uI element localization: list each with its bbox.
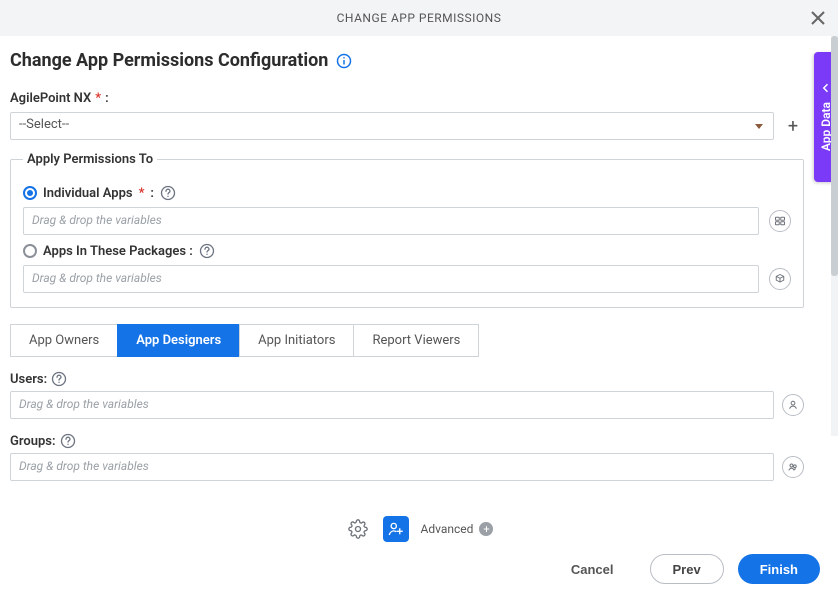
user-picker-button[interactable] xyxy=(782,394,804,416)
tab-app-initiators[interactable]: App Initiators xyxy=(239,324,354,357)
gear-icon[interactable] xyxy=(345,516,371,542)
groups-drop-row: Drag & drop the variables xyxy=(10,453,804,481)
modal-footer: Advanced + Cancel Prev Finish xyxy=(0,506,838,594)
page-title-row: Change App Permissions Configuration xyxy=(10,50,804,71)
modal-header: CHANGE APP PERMISSIONS xyxy=(0,0,838,36)
settings-row: Advanced + xyxy=(18,516,820,542)
prev-button[interactable]: Prev xyxy=(650,554,724,584)
help-icon[interactable] xyxy=(160,185,176,201)
tab-app-designers[interactable]: App Designers xyxy=(117,324,240,357)
group-picker-button[interactable] xyxy=(782,456,804,478)
groups-input[interactable]: Drag & drop the variables xyxy=(10,453,774,481)
packages-input[interactable]: Drag & drop the variables xyxy=(23,265,759,293)
packages-radio[interactable] xyxy=(23,244,37,258)
help-icon[interactable] xyxy=(60,433,76,449)
add-connection-button[interactable]: + xyxy=(782,115,804,137)
agilepoint-nx-select-row: --Select-- + xyxy=(10,112,804,140)
actions-row: Cancel Prev Finish xyxy=(18,554,820,584)
apply-permissions-to-legend: Apply Permissions To xyxy=(23,152,157,167)
advanced-toggle[interactable]: Advanced + xyxy=(421,522,494,536)
permission-tabs: App Owners App Designers App Initiators … xyxy=(10,324,804,357)
individual-apps-input[interactable]: Drag & drop the variables xyxy=(23,207,759,235)
help-icon[interactable] xyxy=(51,371,67,387)
agilepoint-nx-field: AgilePoint NX *: --Select-- + xyxy=(10,91,804,140)
plus-circle-icon: + xyxy=(479,522,493,536)
close-icon[interactable] xyxy=(808,8,828,28)
modal-title: CHANGE APP PERMISSIONS xyxy=(337,11,502,25)
required-marker: * xyxy=(139,186,145,201)
individual-apps-radio-row: Individual Apps * : xyxy=(23,185,791,201)
users-input[interactable]: Drag & drop the variables xyxy=(10,391,774,419)
colon: : xyxy=(150,186,154,201)
individual-apps-drop-row: Drag & drop the variables xyxy=(23,207,791,235)
packages-radio-row: Apps In These Packages : xyxy=(23,243,791,259)
scrollbar-thumb[interactable] xyxy=(831,36,838,276)
agilepoint-nx-label: AgilePoint NX xyxy=(10,91,91,106)
packages-label: Apps In These Packages : xyxy=(43,244,193,259)
info-icon[interactable] xyxy=(336,53,352,69)
tab-report-viewers[interactable]: Report Viewers xyxy=(353,324,479,357)
groups-label: Groups: xyxy=(10,434,56,449)
page-title: Change App Permissions Configuration xyxy=(10,50,328,71)
help-icon[interactable] xyxy=(199,243,215,259)
users-label-row: Users: xyxy=(10,371,804,387)
form-area: Change App Permissions Configuration Agi… xyxy=(8,36,814,506)
placeholder-text: Drag & drop the variables xyxy=(32,271,162,285)
agilepoint-nx-label-row: AgilePoint NX *: xyxy=(10,91,804,106)
app-picker-button[interactable] xyxy=(769,210,791,232)
groups-label-row: Groups: xyxy=(10,433,804,449)
change-app-permissions-modal: CHANGE APP PERMISSIONS App Data Change A… xyxy=(0,0,838,594)
apply-permissions-to-group: Apply Permissions To Individual Apps* : … xyxy=(10,152,804,308)
placeholder-text: Drag & drop the variables xyxy=(19,397,149,411)
agilepoint-nx-selected: --Select-- xyxy=(19,117,69,132)
package-picker-button[interactable] xyxy=(769,268,791,290)
advanced-label: Advanced xyxy=(421,522,474,536)
individual-apps-label: Individual Apps xyxy=(43,186,133,201)
add-user-icon[interactable] xyxy=(383,516,409,542)
packages-drop-row: Drag & drop the variables xyxy=(23,265,791,293)
users-drop-row: Drag & drop the variables xyxy=(10,391,804,419)
required-marker: * xyxy=(95,91,101,106)
placeholder-text: Drag & drop the variables xyxy=(32,213,162,227)
individual-apps-radio[interactable] xyxy=(23,186,37,200)
tab-app-owners[interactable]: App Owners xyxy=(10,324,118,357)
agilepoint-nx-select[interactable]: --Select-- xyxy=(10,112,774,140)
cancel-button[interactable]: Cancel xyxy=(549,554,636,584)
users-label: Users: xyxy=(10,372,47,387)
finish-button[interactable]: Finish xyxy=(738,554,820,584)
modal-body: Change App Permissions Configuration Agi… xyxy=(0,36,838,506)
placeholder-text: Drag & drop the variables xyxy=(19,459,149,473)
colon: : xyxy=(105,91,109,106)
